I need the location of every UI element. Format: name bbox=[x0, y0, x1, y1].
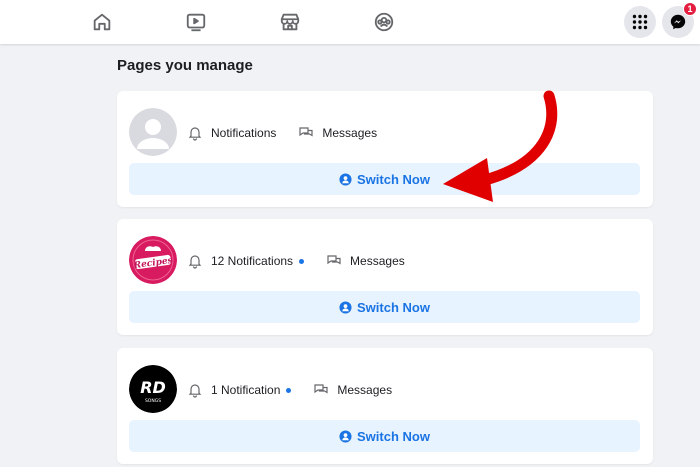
top-navigation-bar: 1 bbox=[0, 0, 700, 44]
page-avatar[interactable]: RD SONGS bbox=[129, 365, 177, 413]
switch-now-button[interactable]: Switch Now bbox=[129, 420, 640, 452]
messages-link[interactable]: Messages bbox=[350, 254, 405, 268]
messages-icon bbox=[299, 127, 313, 137]
switch-profile-icon bbox=[339, 429, 352, 443]
switch-profile-icon bbox=[339, 172, 352, 186]
unread-dot bbox=[286, 387, 292, 393]
notifications-link[interactable]: 1 Notification bbox=[211, 383, 280, 397]
switch-now-label: Switch Now bbox=[357, 171, 430, 187]
watch-icon[interactable] bbox=[183, 9, 209, 35]
notifications-link[interactable]: Notifications bbox=[211, 126, 276, 140]
page-avatar-text: RD bbox=[140, 378, 166, 397]
page-title: Pages you manage bbox=[117, 57, 253, 74]
grid-menu-icon bbox=[632, 14, 648, 30]
page-avatar[interactable] bbox=[129, 108, 177, 156]
switch-now-label: Switch Now bbox=[357, 428, 430, 444]
home-icon[interactable] bbox=[89, 9, 115, 35]
bell-icon bbox=[188, 384, 202, 398]
messenger-button[interactable]: 1 bbox=[662, 2, 697, 38]
messages-link[interactable]: Messages bbox=[337, 383, 392, 397]
switch-now-button[interactable]: Switch Now bbox=[129, 163, 640, 195]
notification-badge: 1 bbox=[683, 2, 697, 16]
groups-icon[interactable] bbox=[371, 9, 397, 35]
marketplace-icon[interactable] bbox=[277, 9, 303, 35]
unread-dot bbox=[299, 258, 305, 264]
messages-icon bbox=[327, 255, 341, 265]
page-meta: 1 Notification Messages bbox=[187, 381, 392, 399]
notifications-link[interactable]: 12 Notifications bbox=[211, 254, 293, 268]
bell-icon bbox=[188, 127, 202, 141]
switch-now-label: Switch Now bbox=[357, 299, 430, 315]
messenger-icon bbox=[670, 14, 686, 30]
menu-grid-button[interactable] bbox=[624, 6, 656, 38]
page-card: Notifications Messages Switch Now bbox=[117, 91, 653, 207]
page-meta: 12 Notifications Messages bbox=[187, 252, 405, 270]
page-meta: Notifications Messages bbox=[187, 124, 377, 142]
page-avatar-subtext: SONGS bbox=[145, 398, 161, 404]
switch-now-button[interactable]: Switch Now bbox=[129, 291, 640, 323]
page-avatar[interactable]: Recipes bbox=[129, 236, 177, 284]
messages-link[interactable]: Messages bbox=[322, 126, 377, 140]
bell-icon bbox=[188, 255, 202, 269]
messages-icon bbox=[314, 384, 328, 394]
page-card: Recipes 12 Notifications Messages Switch… bbox=[117, 219, 653, 335]
page-card: RD SONGS 1 Notification Messages Switch … bbox=[117, 348, 653, 464]
switch-profile-icon bbox=[339, 300, 352, 314]
